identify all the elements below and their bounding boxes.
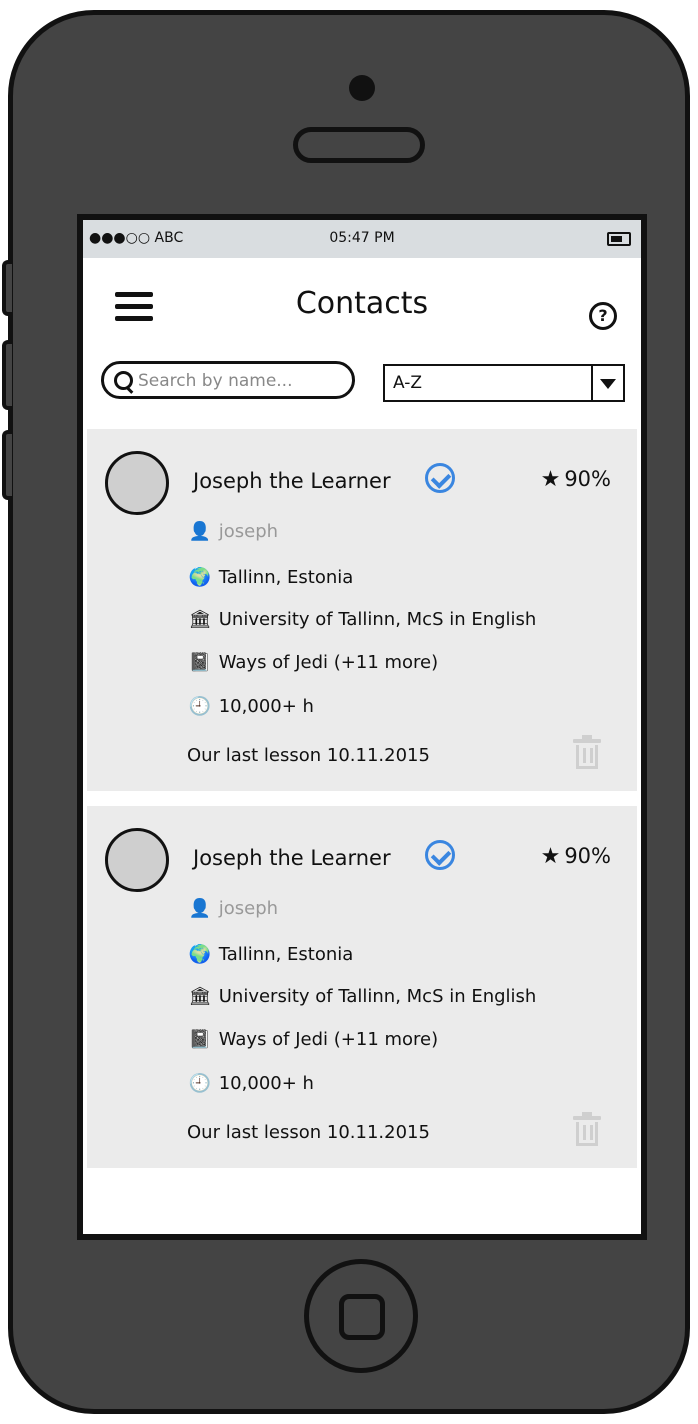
institution-icon: 🏛 <box>188 609 212 630</box>
last-lesson: Our last lesson 10.11.2015 <box>187 1122 430 1143</box>
school-row: 🏛 University of Tallinn, McS in English <box>187 609 537 630</box>
book-icon: 📓 <box>188 652 212 673</box>
clock: 05:47 PM <box>329 230 395 246</box>
avatar[interactable] <box>105 451 169 515</box>
speaker-grille <box>293 127 425 163</box>
hours: 10,000+ h <box>218 1073 314 1094</box>
username-row: 👤 joseph <box>187 521 278 542</box>
home-button[interactable] <box>304 1259 418 1373</box>
camera-icon <box>349 75 375 101</box>
location-row: 🌍 Tallinn, Estonia <box>187 944 354 965</box>
location: Tallinn, Estonia <box>218 567 354 588</box>
rating: ★ 90% <box>541 467 611 492</box>
user-icon: 👤 <box>188 898 212 919</box>
subjects-row: 📓 Ways of Jedi (+11 more) <box>187 1029 438 1050</box>
check-circle-icon <box>425 463 455 493</box>
last-lesson: Our last lesson 10.11.2015 <box>187 745 430 766</box>
screen: ●●●○○ ABC 05:47 PM Contacts ? A-Z Joseph… <box>77 214 647 1240</box>
hours-row: 🕘 10,000+ h <box>187 696 314 717</box>
caret-down-icon[interactable] <box>591 366 623 400</box>
phone-frame: ●●●○○ ABC 05:47 PM Contacts ? A-Z Joseph… <box>8 10 690 1414</box>
globe-icon: 🌍 <box>188 567 212 588</box>
search-box[interactable] <box>101 361 355 399</box>
subjects-row: 📓 Ways of Jedi (+11 more) <box>187 652 438 673</box>
username-row: 👤 joseph <box>187 898 278 919</box>
trash-icon[interactable] <box>573 1112 601 1146</box>
contact-card[interactable]: Joseph the Learner ★ 90% 👤 joseph 🌍 Talli… <box>87 806 637 1168</box>
avatar[interactable] <box>105 828 169 892</box>
clock-icon: 🕘 <box>188 696 212 717</box>
school-row: 🏛 University of Tallinn, McS in English <box>187 986 537 1007</box>
clock-icon: 🕘 <box>188 1073 212 1094</box>
globe-icon: 🌍 <box>188 944 212 965</box>
school: University of Tallinn, McS in English <box>218 609 537 630</box>
username: joseph <box>218 521 279 542</box>
contact-card[interactable]: Joseph the Learner ★ 90% 👤 joseph 🌍 Talli… <box>87 429 637 791</box>
location: Tallinn, Estonia <box>218 944 354 965</box>
volume-down-button <box>2 430 12 500</box>
book-icon: 📓 <box>188 1029 212 1050</box>
location-row: 🌍 Tallinn, Estonia <box>187 567 354 588</box>
sort-select[interactable]: A-Z <box>383 364 625 402</box>
search-icon <box>114 371 133 390</box>
page-title: Contacts <box>295 286 429 321</box>
hours-row: 🕘 10,000+ h <box>187 1073 314 1094</box>
subjects: Ways of Jedi (+11 more) <box>218 1029 439 1050</box>
volume-up-button <box>2 340 12 410</box>
search-input[interactable] <box>136 368 340 394</box>
rating-value: 90% <box>564 844 611 868</box>
check-circle-icon <box>425 840 455 870</box>
contact-name[interactable]: Joseph the Learner <box>193 846 391 870</box>
status-bar: ●●●○○ ABC 05:47 PM <box>83 220 641 258</box>
contact-name[interactable]: Joseph the Learner <box>193 469 391 493</box>
question-circle-icon[interactable]: ? <box>589 302 617 330</box>
subjects: Ways of Jedi (+11 more) <box>218 652 439 673</box>
star-icon: ★ <box>540 467 561 492</box>
user-icon: 👤 <box>188 521 212 542</box>
sort-selected-value: A-Z <box>393 373 423 393</box>
star-icon: ★ <box>540 844 561 869</box>
rating: ★ 90% <box>541 844 611 869</box>
hours: 10,000+ h <box>218 696 314 717</box>
rating-value: 90% <box>564 467 611 491</box>
battery-icon <box>607 232 631 246</box>
silent-switch <box>2 260 12 316</box>
trash-icon[interactable] <box>573 735 601 769</box>
institution-icon: 🏛 <box>188 986 212 1007</box>
username: joseph <box>218 898 279 919</box>
school: University of Tallinn, McS in English <box>218 986 537 1007</box>
